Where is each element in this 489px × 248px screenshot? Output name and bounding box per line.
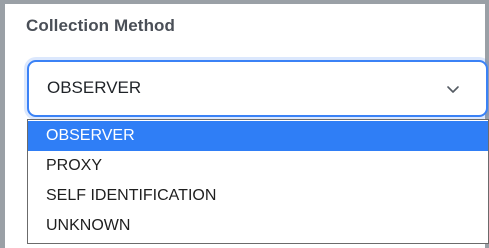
collection-method-dropdown-list: OBSERVER PROXY SELF IDENTIFICATION UNKNO…	[27, 119, 489, 244]
chevron-down-icon[interactable]	[446, 82, 460, 96]
option-self-identification[interactable]: SELF IDENTIFICATION	[28, 181, 488, 211]
select-current-value: OBSERVER	[47, 78, 142, 97]
collection-method-panel: Collection Method OBSERVER OBSERVER PROX…	[0, 0, 489, 248]
collection-method-select[interactable]: OBSERVER	[27, 60, 488, 117]
option-unknown[interactable]: UNKNOWN	[28, 211, 488, 241]
collection-method-label: Collection Method	[26, 16, 176, 35]
option-observer[interactable]: OBSERVER	[28, 121, 488, 151]
panel-border-left	[0, 0, 5, 248]
option-proxy[interactable]: PROXY	[28, 151, 488, 181]
panel-border-top	[0, 0, 489, 4]
